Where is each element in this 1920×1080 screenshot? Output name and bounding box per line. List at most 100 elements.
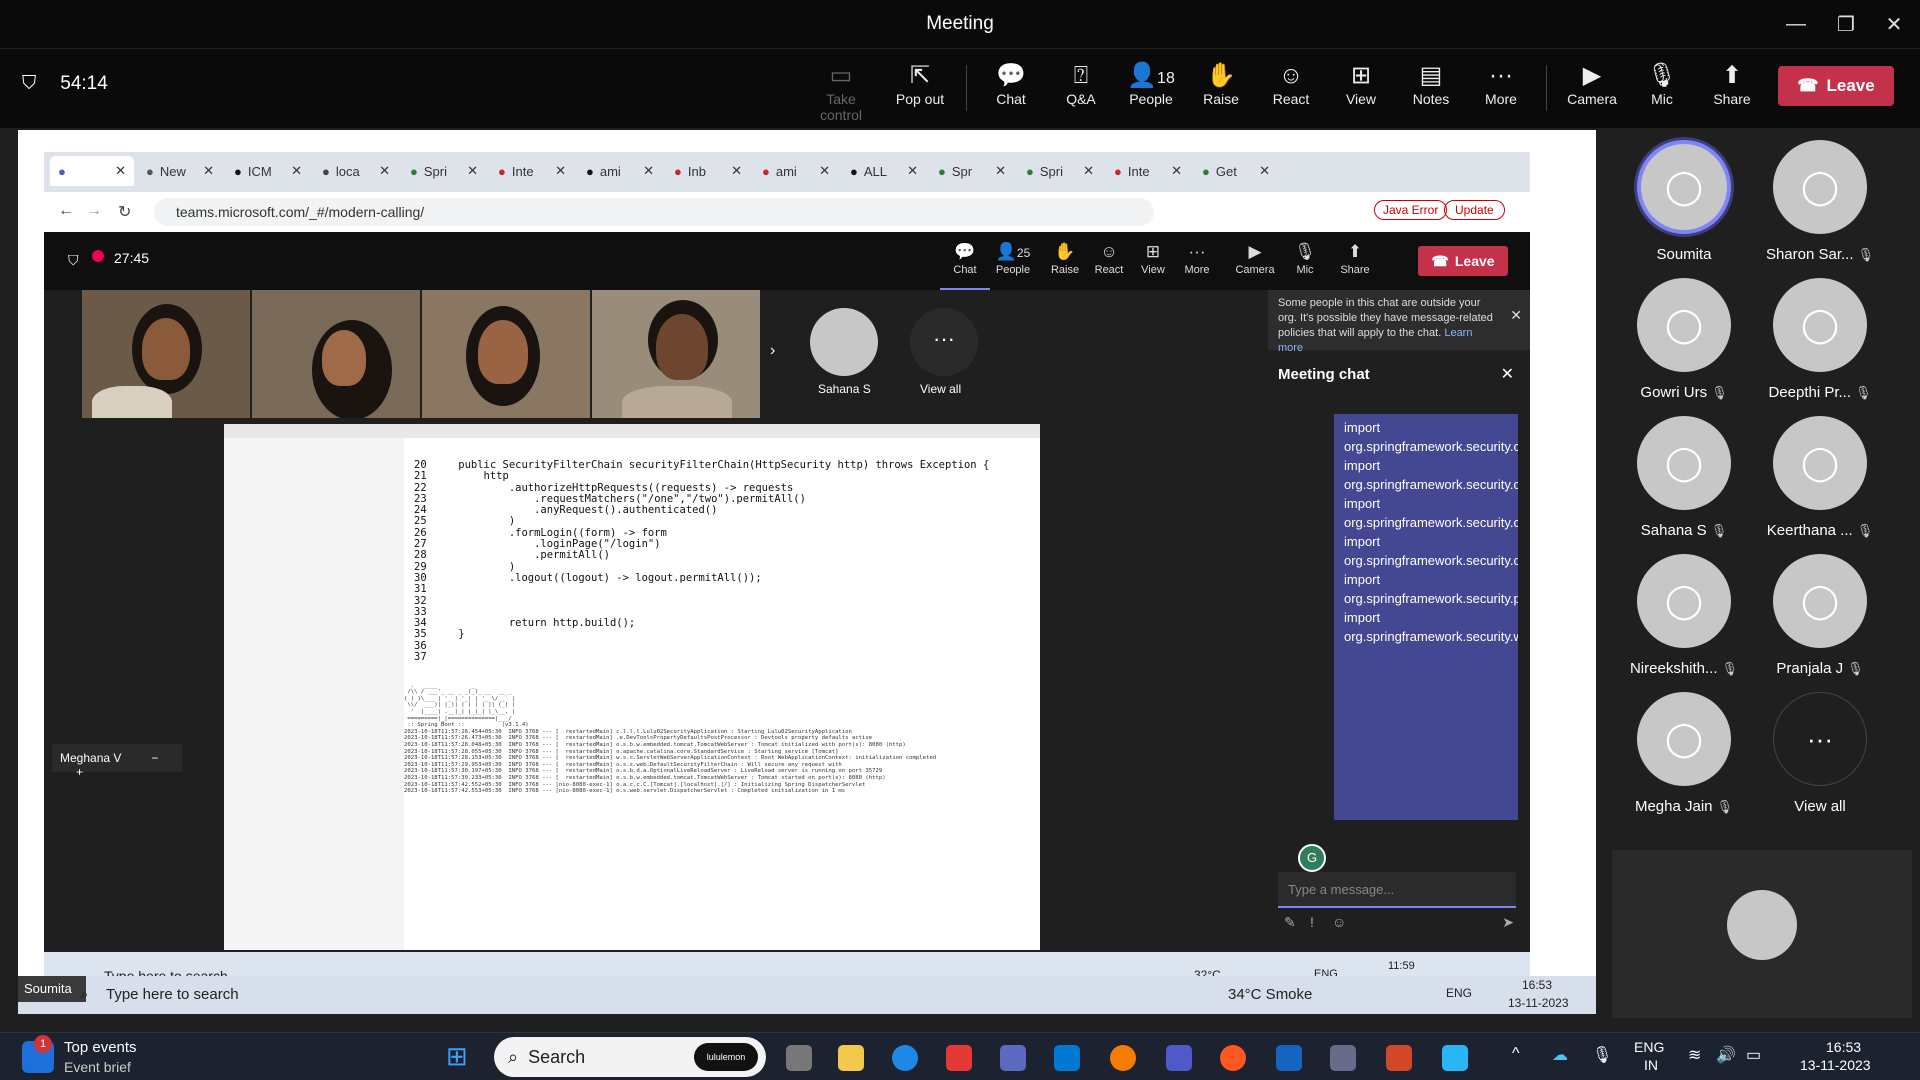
inner-share-button[interactable]: ⬆ Share bbox=[1330, 240, 1380, 276]
app-icon[interactable] bbox=[1000, 1045, 1026, 1071]
participant-tile[interactable]: ◯ Sharon Sar... 🎙 bbox=[1750, 140, 1890, 263]
wifi-icon[interactable]: ≋ bbox=[1688, 1045, 1701, 1065]
message-input[interactable]: Type a message... bbox=[1278, 872, 1516, 908]
outlook-icon[interactable] bbox=[1054, 1045, 1080, 1071]
app-icon[interactable] bbox=[1220, 1045, 1246, 1071]
inner-raise-button[interactable]: ✋ Raise bbox=[1040, 240, 1090, 276]
mic-off-icon[interactable]: 🎙 bbox=[1592, 1045, 1612, 1065]
tab-close-icon[interactable]: ✕ bbox=[203, 163, 214, 179]
leave-button[interactable]: ☎ Leave bbox=[1778, 66, 1894, 106]
camera-button[interactable]: ▶ Camera bbox=[1557, 61, 1627, 107]
participant-tile[interactable]: ◯ Sahana S 🎙 bbox=[1614, 416, 1754, 539]
tab-close-icon[interactable]: ✕ bbox=[907, 163, 918, 179]
browser-tab[interactable]: ● Inte ✕ bbox=[490, 156, 574, 186]
teams-icon[interactable] bbox=[1166, 1045, 1192, 1071]
tab-close-icon[interactable]: ✕ bbox=[1171, 163, 1182, 179]
app-icon[interactable] bbox=[1110, 1045, 1136, 1071]
forward-icon[interactable]: → bbox=[86, 202, 102, 220]
send-icon[interactable]: ➤ bbox=[1502, 914, 1514, 931]
clock[interactable]: 16:53 bbox=[1826, 1039, 1861, 1055]
browser-tab[interactable]: ● Spri ✕ bbox=[1018, 156, 1102, 186]
participant-tile[interactable]: ◯ Keerthana ... 🎙 bbox=[1750, 416, 1890, 539]
chat-button[interactable]: 💬 Chat bbox=[976, 61, 1046, 107]
browser-tab[interactable]: ● ICM ✕ bbox=[226, 156, 310, 186]
browser-tab[interactable]: ● loca ✕ bbox=[314, 156, 398, 186]
view-button[interactable]: ⊞ View bbox=[1326, 61, 1396, 107]
windows-start-icon[interactable]: ⊞ bbox=[446, 1041, 468, 1072]
inner-leave-button[interactable]: ☎ Leave bbox=[1418, 246, 1508, 276]
inner-chat-button[interactable]: 💬 Chat bbox=[940, 240, 990, 290]
browser-tab[interactable]: ● ✕ bbox=[50, 156, 134, 186]
inner-camera-button[interactable]: ▶ Camera bbox=[1230, 240, 1280, 276]
battery-icon[interactable]: ▭ bbox=[1746, 1045, 1761, 1065]
tab-close-icon[interactable]: ✕ bbox=[643, 163, 654, 179]
volume-icon[interactable]: 🔊 bbox=[1716, 1045, 1736, 1065]
file-explorer-icon[interactable] bbox=[838, 1045, 864, 1071]
notes-button[interactable]: ▤ Notes bbox=[1396, 61, 1466, 107]
close-icon[interactable]: ✕ bbox=[1510, 308, 1522, 323]
view-all-button[interactable]: ··· bbox=[910, 308, 978, 376]
inner-people-button[interactable]: 👤25 People bbox=[988, 240, 1038, 276]
priority-icon[interactable]: ! bbox=[1310, 914, 1314, 930]
app-icon[interactable] bbox=[1276, 1045, 1302, 1071]
raise-hand-button[interactable]: ✋ Raise bbox=[1186, 61, 1256, 107]
store-icon[interactable] bbox=[946, 1045, 972, 1071]
video-tile[interactable] bbox=[82, 290, 250, 418]
inner-react-button[interactable]: ☺ React bbox=[1084, 240, 1134, 276]
participant-tile[interactable]: ◯ Megha Jain 🎙 bbox=[1614, 692, 1754, 815]
tab-close-icon[interactable]: ✕ bbox=[995, 163, 1006, 179]
avatar[interactable] bbox=[810, 308, 878, 376]
minimize-icon[interactable]: — bbox=[1768, 0, 1824, 48]
video-tile[interactable] bbox=[252, 290, 420, 418]
browser-tab[interactable]: ● ami ✕ bbox=[578, 156, 662, 186]
inner-view-button[interactable]: ⊞ View bbox=[1128, 240, 1178, 276]
java-error-badge[interactable]: Java Error bbox=[1374, 200, 1448, 220]
language[interactable]: ENG bbox=[1634, 1039, 1664, 1055]
taskbar-search[interactable]: ⌕ Search lululemon bbox=[494, 1037, 766, 1077]
mic-button[interactable]: 🎙 Mic bbox=[1627, 61, 1697, 107]
tab-close-icon[interactable]: ✕ bbox=[1259, 163, 1270, 179]
tab-close-icon[interactable]: ✕ bbox=[1083, 163, 1094, 179]
back-icon[interactable]: ← bbox=[58, 202, 74, 220]
video-tile[interactable] bbox=[422, 290, 590, 418]
browser-tab[interactable]: ● Inte ✕ bbox=[1106, 156, 1190, 186]
edge-icon[interactable] bbox=[892, 1045, 918, 1071]
pop-out-button[interactable]: ⇱ Pop out bbox=[885, 61, 955, 107]
plus-icon[interactable]: + bbox=[76, 765, 83, 779]
minus-icon[interactable]: − bbox=[151, 751, 158, 765]
take-control-button[interactable]: ▭ Take control bbox=[806, 61, 876, 123]
participant-tile[interactable]: ◯ Pranjala J 🎙 bbox=[1750, 554, 1890, 677]
participant-tile[interactable]: ◯ Gowri Urs 🎙 bbox=[1614, 278, 1754, 401]
participant-tile[interactable]: ◯ Soumita bbox=[1614, 140, 1754, 263]
video-tile[interactable] bbox=[592, 290, 760, 418]
inner-more-button[interactable]: ··· More bbox=[1172, 240, 1222, 276]
participant-tile[interactable]: ··· View all bbox=[1750, 692, 1890, 815]
close-icon[interactable]: ✕ bbox=[1866, 0, 1920, 48]
people-button[interactable]: 👤18 People bbox=[1116, 61, 1186, 107]
task-view-icon[interactable] bbox=[786, 1045, 812, 1071]
share-button[interactable]: ⬆ Share bbox=[1697, 61, 1767, 107]
chevron-up-icon[interactable]: ^ bbox=[1512, 1045, 1520, 1063]
self-view[interactable] bbox=[1612, 850, 1912, 1018]
reload-icon[interactable]: ↻ bbox=[118, 202, 131, 222]
notepad-icon[interactable] bbox=[1442, 1045, 1468, 1071]
tab-close-icon[interactable]: ✕ bbox=[467, 163, 478, 179]
powerpoint-icon[interactable] bbox=[1386, 1045, 1412, 1071]
format-icon[interactable]: ✎ bbox=[1284, 914, 1296, 931]
browser-tab[interactable]: ● Inb ✕ bbox=[666, 156, 750, 186]
browser-tab[interactable]: ● Spri ✕ bbox=[402, 156, 486, 186]
chevron-right-icon[interactable]: › bbox=[770, 342, 775, 360]
tab-close-icon[interactable]: ✕ bbox=[291, 163, 302, 179]
tab-close-icon[interactable]: ✕ bbox=[819, 163, 830, 179]
tab-close-icon[interactable]: ✕ bbox=[731, 163, 742, 179]
cloud-icon[interactable]: ☁ bbox=[1552, 1045, 1568, 1065]
update-button[interactable]: Update bbox=[1444, 200, 1505, 220]
browser-tab[interactable]: ● Get ✕ bbox=[1194, 156, 1278, 186]
browser-tab[interactable]: ● ami ✕ bbox=[754, 156, 838, 186]
browser-tab[interactable]: ● Spr ✕ bbox=[930, 156, 1014, 186]
inner-mic-button[interactable]: 🎙 Mic bbox=[1280, 240, 1330, 276]
browser-tab[interactable]: ● New ✕ bbox=[138, 156, 222, 186]
tab-close-icon[interactable]: ✕ bbox=[379, 163, 390, 179]
participant-tile[interactable]: ◯ Deepthi Pr... 🎙 bbox=[1750, 278, 1890, 401]
tab-close-icon[interactable]: ✕ bbox=[555, 163, 566, 179]
